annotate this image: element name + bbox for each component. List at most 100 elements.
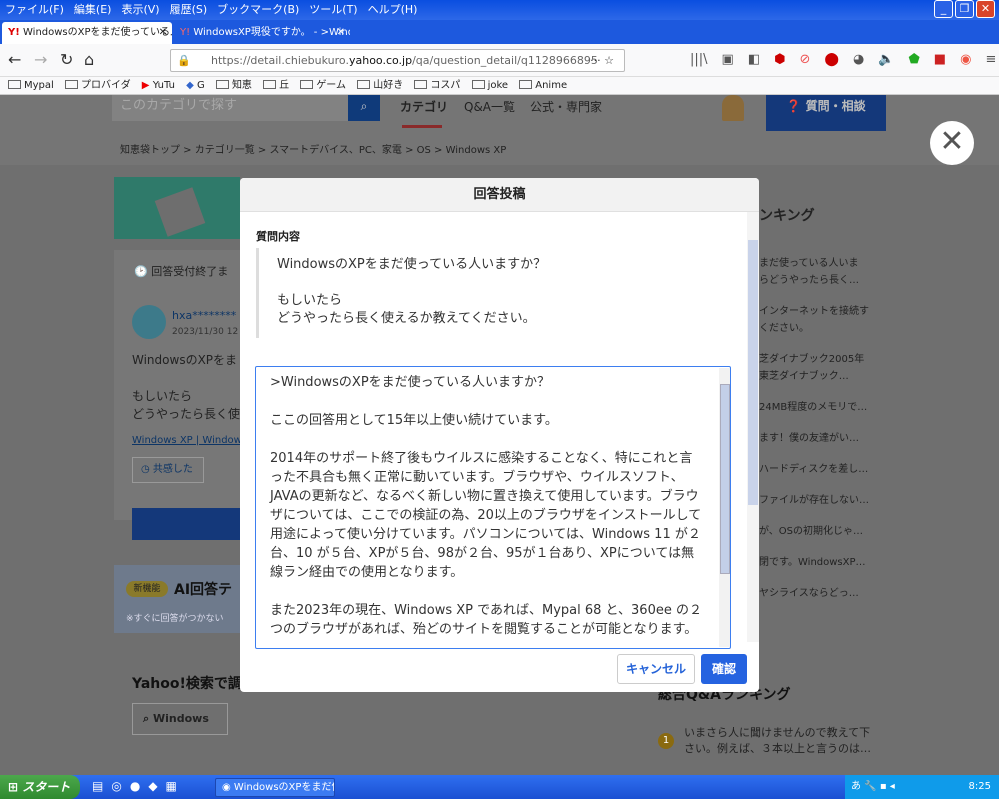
ranking-item[interactable]: 閉です。WindowsXP…: [759, 554, 879, 571]
ranking-item[interactable]: ファイルが存在しない…: [759, 492, 879, 509]
ranking-item[interactable]: ください。: [759, 320, 879, 337]
search-icon[interactable]: ⌕: [348, 95, 380, 121]
block-icon[interactable]: ⊘: [799, 52, 810, 67]
menu-view[interactable]: 表示(V): [116, 0, 164, 20]
empathy-button[interactable]: ◷ 共感した: [132, 457, 204, 483]
bottom-ranking-item[interactable]: いまさら人に聞けませんので教えて下 さい。例えば、３本以上と言うのは…: [684, 725, 871, 757]
bookmarks-bar: Mypal プロバイダ ▶ YuTu ◆ G 知恵 丘 ゲーム 山好き コスパ …: [0, 77, 999, 95]
menu-help[interactable]: ヘルプ(H): [363, 0, 423, 20]
record-icon[interactable]: ◉: [960, 52, 971, 67]
taskbar: ⊞ スタート ▤ ◎ ● ◆ ▦ ◉ WindowsのXPをまだ使… あ 🔧 ▪ ◂ 8…: [0, 775, 999, 799]
nav-underline: [402, 125, 442, 128]
privacy-icon[interactable]: ⬟: [908, 52, 919, 67]
modal-scrollbar[interactable]: [747, 212, 759, 642]
reload-icon[interactable]: ↻: [60, 50, 73, 69]
question-preview-2: もしいたら: [132, 389, 193, 403]
folder-icon: [300, 80, 314, 89]
menu-history[interactable]: 履歴(S): [165, 0, 213, 20]
minimize-button[interactable]: _: [934, 0, 953, 18]
ublock-icon[interactable]: ⬤: [824, 52, 839, 67]
menu-file[interactable]: ファイル(F): [0, 0, 69, 20]
desktop-icon[interactable]: ▤: [92, 779, 103, 793]
bookmark-item[interactable]: Anime: [519, 77, 567, 94]
modal-scroll-thumb[interactable]: [748, 240, 758, 505]
ranking-item[interactable]: ヤシライスならどっ…: [759, 585, 879, 602]
bookmark-item[interactable]: コスパ: [414, 77, 460, 94]
ask-button[interactable]: ❓ 質問・相談: [766, 95, 886, 131]
taskbar-window-item[interactable]: ◉ WindowsのXPをまだ使…: [215, 778, 335, 797]
shield-icon[interactable]: ⬢: [774, 52, 785, 67]
forward-icon[interactable]: →: [34, 50, 47, 69]
close-window-button[interactable]: ✕: [976, 0, 995, 18]
start-button[interactable]: ⊞ スタート: [0, 775, 80, 799]
speaker-icon[interactable]: 🔈: [878, 52, 894, 67]
tab-active[interactable]: Y! WindowsのXPをまだ使っている人い✕: [2, 22, 172, 44]
windows-chip[interactable]: ⌕ Windows: [132, 703, 228, 735]
tab-inactive[interactable]: Y! WindowsXP現役ですか。 - >Wind ✕: [174, 22, 350, 44]
bookmark-item[interactable]: 知恵: [215, 77, 252, 94]
bookmark-item[interactable]: joke: [471, 77, 508, 94]
network-icon[interactable]: ▪: [880, 781, 887, 792]
close-modal-icon[interactable]: ✕: [930, 121, 974, 165]
sidebar-icon[interactable]: ▣: [722, 52, 734, 67]
answer-textarea[interactable]: >WindowsのXPをまだ使っている人いますか？ ここの回答用として15年以上…: [255, 366, 731, 649]
bookmark-item[interactable]: 山好き: [357, 77, 403, 94]
close-tab-icon[interactable]: ✕: [159, 22, 167, 44]
textarea-scrollbar[interactable]: [719, 368, 730, 647]
close-tab-icon[interactable]: ✕: [337, 22, 345, 44]
bookmark-item[interactable]: プロバイダ: [65, 77, 131, 94]
url-bar[interactable]: 🔒 https://detail.chiebukuro.yahoo.co.jp/…: [170, 49, 625, 72]
bookmark-item[interactable]: Mypal: [8, 77, 54, 94]
maximize-button[interactable]: ❐: [955, 0, 974, 18]
translate-icon[interactable]: ◧: [748, 52, 760, 67]
folder-icon: [65, 80, 78, 89]
clock[interactable]: 8:25: [969, 775, 991, 799]
url-domain: yahoo.co.jp: [348, 54, 413, 67]
shield-icon[interactable]: ◆: [148, 779, 157, 793]
tools-icon[interactable]: 🔧: [864, 781, 876, 792]
ranking-item[interactable]: 24MB程度のメモリで…: [759, 399, 879, 416]
folder-icon: [215, 80, 229, 89]
ranking-item[interactable]: ます！僕の友達がい…: [759, 430, 879, 447]
pdf-icon[interactable]: ■: [934, 52, 946, 67]
answer-button[interactable]: [132, 508, 240, 540]
ranking-item[interactable]: インターネットを接続す: [759, 303, 879, 320]
menu-bookmarks[interactable]: ブックマーク(B): [212, 0, 304, 20]
app-icon[interactable]: ●: [130, 779, 140, 793]
nav-category[interactable]: カテゴリ: [400, 98, 448, 115]
cancel-button[interactable]: キャンセル: [617, 654, 695, 684]
bookmark-item[interactable]: ◆ G: [186, 77, 205, 94]
ranking-item[interactable]: ハードディスクを差し…: [759, 461, 879, 478]
textarea-scroll-thumb[interactable]: [720, 384, 730, 574]
url-path: /qa/question_detail/q1128966895: [412, 54, 598, 67]
home-icon[interactable]: ⌂: [84, 50, 94, 69]
answer-paragraph: また2023年の現在、Windows XP であれば、Mypal 68 と、36…: [270, 603, 702, 637]
ranking-item[interactable]: まだ使っている人いま: [759, 255, 879, 272]
user-name[interactable]: hxa********: [172, 309, 236, 322]
page-actions-icon[interactable]: ··· ☆: [590, 50, 614, 71]
bookmark-item[interactable]: ▶ YuTu: [142, 77, 175, 94]
menu-icon[interactable]: ≡: [985, 52, 996, 67]
bookmark-item[interactable]: 丘: [263, 77, 289, 94]
nav-qa-list[interactable]: Q&A一覧: [464, 98, 515, 115]
folder-icon: [519, 80, 533, 89]
bookmark-item[interactable]: ゲーム: [300, 77, 346, 94]
folder-icon: [8, 80, 21, 89]
confirm-button[interactable]: 確認: [701, 654, 747, 684]
chart-icon[interactable]: ▦: [166, 779, 177, 793]
volume-icon[interactable]: ◂: [890, 781, 895, 792]
library-icon[interactable]: |||\: [690, 52, 708, 67]
ranking-item[interactable]: らどうやったら長く…: [759, 272, 879, 289]
tags[interactable]: Windows XP | Windows: [132, 435, 247, 446]
menu-edit[interactable]: 編集(E): [69, 0, 117, 20]
extension-icon[interactable]: ◕: [853, 52, 864, 67]
search-input[interactable]: このカテゴリで探す: [112, 95, 348, 121]
ranking-item[interactable]: が、OSの初期化じゃ…: [759, 523, 879, 540]
back-icon[interactable]: ←: [8, 50, 21, 69]
browser-icon[interactable]: ◎: [111, 779, 121, 793]
ranking-item[interactable]: 東芝ダイナブック…: [759, 368, 879, 385]
ime-indicator[interactable]: あ: [851, 781, 861, 792]
nav-official[interactable]: 公式・専門家: [530, 98, 602, 115]
ranking-item[interactable]: 芝ダイナブック2005年: [759, 351, 879, 368]
menu-tools[interactable]: ツール(T): [304, 0, 362, 20]
